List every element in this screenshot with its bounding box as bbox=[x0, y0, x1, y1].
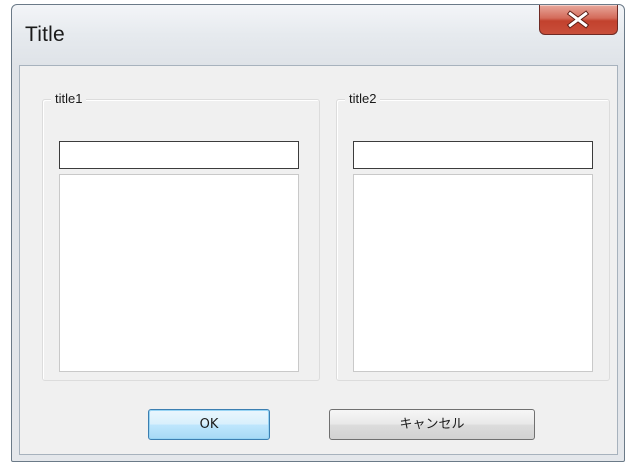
dialog-client-area: title1 title2 OK キャンセル bbox=[19, 65, 618, 455]
text-input-1[interactable] bbox=[59, 141, 299, 169]
group-title-1: title1 bbox=[51, 90, 87, 108]
window-title: Title bbox=[25, 23, 65, 46]
title-bar[interactable]: Title bbox=[12, 5, 624, 65]
close-button[interactable] bbox=[539, 5, 618, 35]
group-box-title2: title2 bbox=[336, 90, 610, 381]
cancel-button[interactable]: キャンセル bbox=[329, 409, 535, 440]
group-box-title1: title1 bbox=[42, 90, 320, 381]
ok-button[interactable]: OK bbox=[148, 409, 270, 440]
list-box-2[interactable] bbox=[353, 174, 593, 372]
dialog-window: Title title1 title2 OK キャンセル bbox=[11, 4, 625, 462]
group-title-2: title2 bbox=[345, 90, 381, 108]
list-box-1[interactable] bbox=[59, 174, 299, 372]
text-input-2[interactable] bbox=[353, 141, 593, 169]
close-icon bbox=[566, 10, 590, 29]
